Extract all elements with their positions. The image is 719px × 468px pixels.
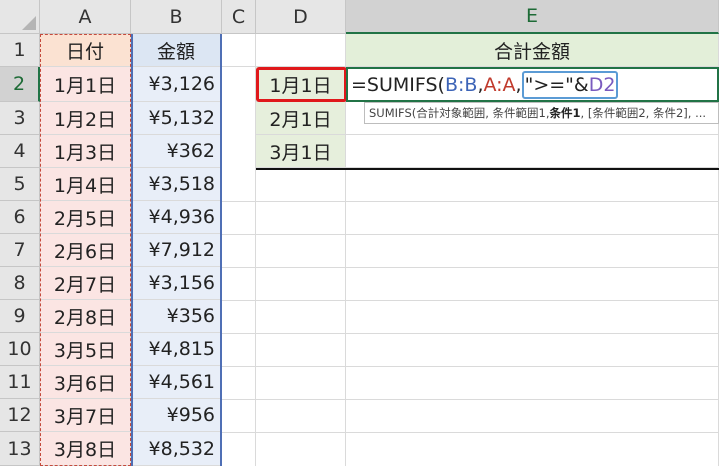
row-header-6[interactable]: 6 [0,201,40,234]
cell-a8[interactable]: 2月7日 [40,267,131,300]
row-header-3[interactable]: 3 [0,102,40,135]
cell-e2-formula-editor[interactable]: =SUMIFS(B:B, A:A, ">="&D2 [346,67,719,102]
cell-b5[interactable]: ¥3,518 [131,168,222,201]
cell-a10[interactable]: 3月5日 [40,333,131,366]
select-all-button[interactable] [0,0,40,34]
tooltip-remaining-args: , [条件範囲2, 条件2], ... [580,106,707,120]
column-header-a[interactable]: A [40,0,131,34]
row-header-9[interactable]: 9 [0,300,40,333]
cell-b8[interactable]: ¥3,156 [131,267,222,300]
row-header-12[interactable]: 12 [0,399,40,432]
row-header-5[interactable]: 5 [0,168,40,201]
cell-b12[interactable]: ¥956 [131,399,222,432]
formula-ref-d2: D2 [588,73,616,96]
cell-a6[interactable]: 2月5日 [40,201,131,234]
cell-b10[interactable]: ¥4,815 [131,333,222,366]
column-header-b[interactable]: B [131,0,222,34]
cell-b1-amount-header[interactable]: 金額 [131,34,222,67]
cell-a1-date-header[interactable]: 日付 [40,34,131,67]
row-header-10[interactable]: 10 [0,333,40,366]
row-header-7[interactable]: 7 [0,234,40,267]
cell-a13[interactable]: 3月8日 [40,432,131,466]
row-header-8[interactable]: 8 [0,267,40,300]
tooltip-function-signature: SUMIFS(合計対象範囲, 条件範囲1, [369,106,550,120]
row-header-1[interactable]: 1 [0,34,40,67]
cell-b3[interactable]: ¥5,132 [131,102,222,135]
row-header-2[interactable]: 2 [0,67,40,102]
cell-d4[interactable]: 3月1日 [256,135,346,168]
cell-b7[interactable]: ¥7,912 [131,234,222,267]
formula-ref-a: A:A [483,73,516,96]
cell-a9[interactable]: 2月8日 [40,300,131,333]
formula-prefix: =SUMIFS( [351,73,445,96]
cell-a12[interactable]: 3月7日 [40,399,131,432]
function-argument-tooltip[interactable]: SUMIFS(合計対象範囲, 条件範囲1, 条件1, [条件範囲2, 条件2],… [364,102,719,124]
column-header-c[interactable]: C [222,0,256,34]
cell-b2[interactable]: ¥3,126 [131,67,222,102]
cell-b9[interactable]: ¥356 [131,300,222,333]
column-header-e[interactable]: E [346,0,719,34]
cell-b6[interactable]: ¥4,936 [131,201,222,234]
row-header-4[interactable]: 4 [0,135,40,168]
cell-a11[interactable]: 3月6日 [40,366,131,399]
select-all-triangle-icon [22,16,36,30]
table-bottom-border [256,168,719,170]
cell-a7[interactable]: 2月6日 [40,234,131,267]
formula-sep-2: , [515,73,522,96]
cell-d1[interactable] [256,34,346,67]
cell-b11[interactable]: ¥4,561 [131,366,222,399]
cell-e4[interactable] [346,135,719,168]
cell-a2[interactable]: 1月1日 [40,67,131,102]
cell-c1[interactable] [222,34,256,67]
cell-d2[interactable]: 1月1日 [256,67,346,102]
column-header-d[interactable]: D [256,0,346,34]
cell-b4[interactable]: ¥362 [131,135,222,168]
empty-gridlines [222,201,719,433]
cell-a5[interactable]: 1月4日 [40,168,131,201]
cell-b13[interactable]: ¥8,532 [131,432,222,466]
cell-e1-total-header[interactable]: 合計金額 [346,34,719,67]
spreadsheet-grid: A B C D E 1 2 3 4 5 6 7 8 9 10 11 12 13 … [0,0,719,468]
cell-d3[interactable]: 2月1日 [256,102,346,135]
formula-current-argument: ">="&D2 [521,70,619,99]
formula-ref-b: B:B [444,73,478,96]
cell-a4[interactable]: 1月3日 [40,135,131,168]
tooltip-current-arg: 条件1 [549,106,581,120]
cell-a3[interactable]: 1月2日 [40,102,131,135]
row-header-11[interactable]: 11 [0,366,40,399]
row-header-13[interactable]: 13 [0,432,40,466]
formula-operator: ">="& [524,73,589,96]
